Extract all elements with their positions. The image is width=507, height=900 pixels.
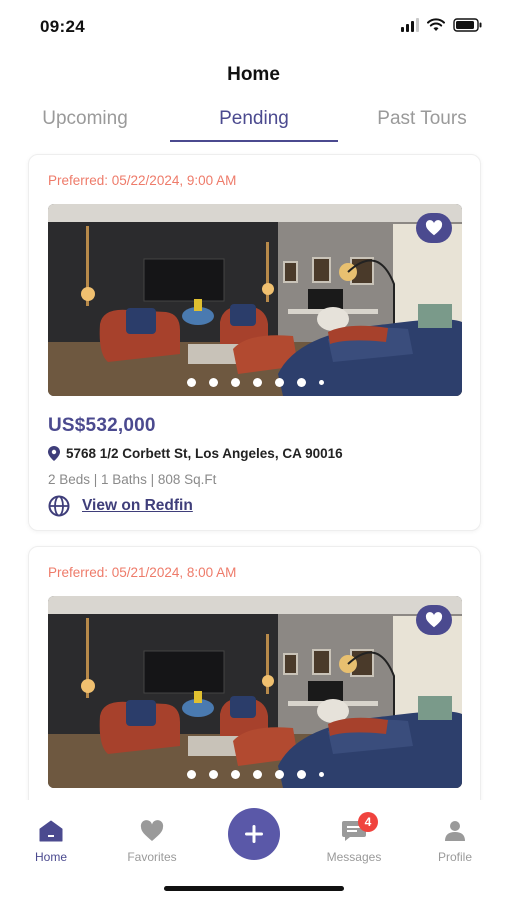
battery-icon bbox=[453, 18, 482, 32]
pagination-dot[interactable] bbox=[230, 770, 240, 779]
view-on-redfin-link[interactable]: View on Redfin bbox=[48, 495, 193, 517]
pagination-dot[interactable] bbox=[274, 770, 284, 779]
status-bar: 09:24 bbox=[0, 0, 507, 52]
preferred-time: Preferred: 05/21/2024, 8:00 AM bbox=[48, 565, 237, 580]
messages-badge: 4 bbox=[358, 812, 378, 832]
nav-profile[interactable]: Profile bbox=[415, 818, 495, 864]
listing-price: US$532,000 bbox=[48, 415, 156, 436]
listing-photo[interactable] bbox=[48, 596, 462, 788]
pagination-dot[interactable] bbox=[318, 380, 324, 385]
location-pin-icon bbox=[48, 446, 60, 461]
favorite-button[interactable] bbox=[416, 605, 452, 635]
heart-icon bbox=[425, 612, 443, 628]
heart-icon bbox=[425, 220, 443, 236]
listing-photo[interactable] bbox=[48, 204, 462, 396]
pagination-dot[interactable] bbox=[296, 378, 306, 387]
nav-home[interactable]: Home bbox=[11, 818, 91, 864]
nav-home-label: Home bbox=[34, 850, 67, 864]
tab-pending[interactable]: Pending bbox=[169, 104, 339, 142]
heart-icon bbox=[140, 820, 164, 841]
page-title: Home bbox=[227, 64, 280, 85]
pagination-dot[interactable] bbox=[186, 378, 196, 387]
status-icons bbox=[401, 18, 483, 32]
pagination-dot[interactable] bbox=[252, 770, 262, 779]
listing-address-text: 5768 1/2 Corbett St, Los Angeles, CA 900… bbox=[66, 446, 343, 461]
photo-pagination[interactable] bbox=[48, 770, 462, 779]
listing-details: 2 Beds | 1 Baths | 808 Sq.Ft bbox=[48, 472, 217, 487]
nav-favorites[interactable]: Favorites bbox=[112, 818, 192, 864]
pagination-dot[interactable] bbox=[296, 770, 306, 779]
view-on-redfin-label[interactable]: View on Redfin bbox=[82, 497, 193, 515]
pagination-dot[interactable] bbox=[208, 770, 218, 779]
nav-favorites-label: Favorites bbox=[127, 850, 177, 864]
add-button[interactable] bbox=[228, 808, 280, 860]
listing-photo-image bbox=[48, 204, 462, 396]
listing-address: 5768 1/2 Corbett St, Los Angeles, CA 900… bbox=[48, 446, 343, 461]
nav-messages[interactable]: 4 Messages bbox=[314, 812, 394, 864]
pagination-dot[interactable] bbox=[186, 770, 196, 779]
pagination-dot[interactable] bbox=[208, 378, 218, 387]
nav-messages-label: Messages bbox=[326, 850, 382, 864]
active-tab-indicator bbox=[170, 140, 338, 142]
bottom-nav: Home Favorites 4 Messages Profile bbox=[0, 800, 507, 900]
pagination-dot[interactable] bbox=[252, 378, 262, 387]
home-indicator bbox=[164, 886, 344, 891]
wifi-icon bbox=[427, 18, 445, 31]
tab-bar: Upcoming Pending Past Tours bbox=[0, 104, 507, 142]
tab-past-tours[interactable]: Past Tours bbox=[337, 104, 507, 142]
nav-profile-label: Profile bbox=[437, 850, 472, 864]
listing-card[interactable]: Preferred: 05/22/2024, 9:00 AM US$532,00… bbox=[28, 154, 481, 531]
pagination-dot[interactable] bbox=[274, 378, 284, 387]
preferred-time: Preferred: 05/22/2024, 9:00 AM bbox=[48, 173, 237, 188]
globe-icon bbox=[48, 495, 70, 517]
photo-pagination[interactable] bbox=[48, 378, 462, 387]
favorite-button[interactable] bbox=[416, 213, 452, 243]
pagination-dot[interactable] bbox=[318, 772, 324, 777]
signal-icon bbox=[401, 18, 419, 32]
profile-icon bbox=[445, 821, 465, 841]
listing-photo-image bbox=[48, 596, 462, 788]
plus-icon bbox=[245, 825, 263, 843]
status-time: 09:24 bbox=[40, 17, 85, 36]
tab-upcoming[interactable]: Upcoming bbox=[0, 104, 170, 142]
pagination-dot[interactable] bbox=[230, 378, 240, 387]
home-icon bbox=[39, 820, 63, 842]
